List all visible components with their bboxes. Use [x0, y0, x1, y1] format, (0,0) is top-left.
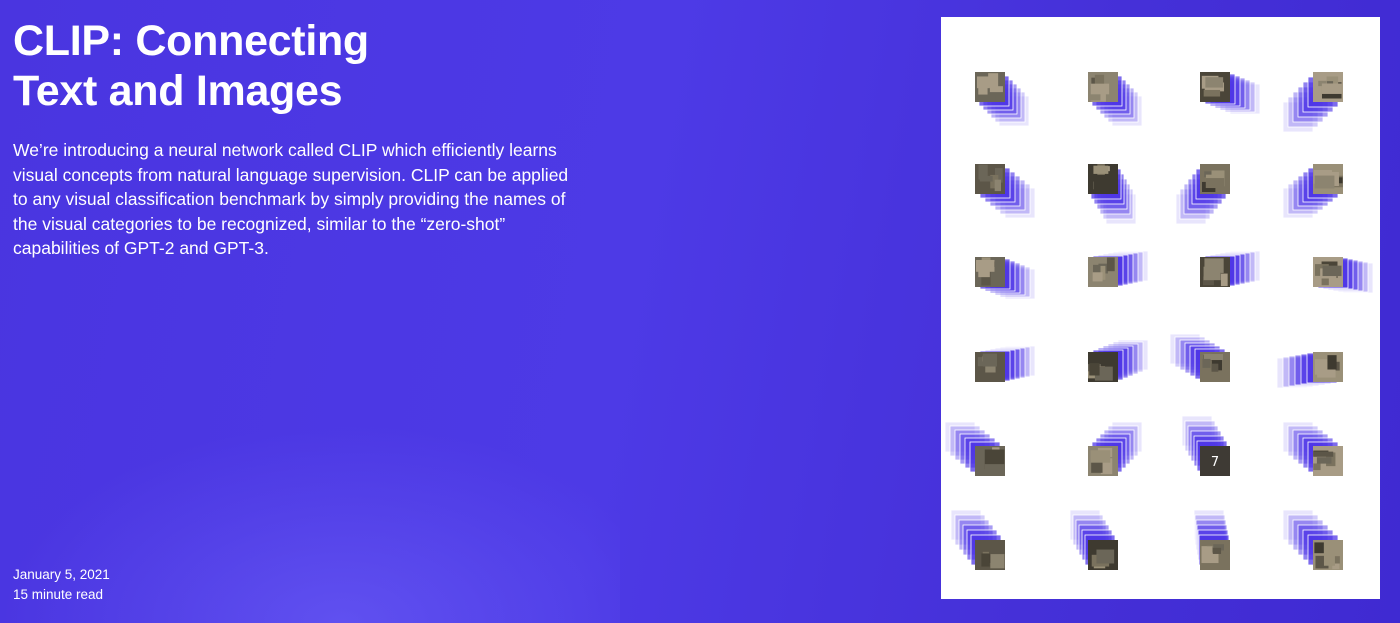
stacked-image-tile	[1088, 72, 1143, 127]
thumbnail-detail	[1092, 272, 1103, 282]
stacked-image-tile	[1282, 509, 1343, 570]
thumbnail-detail	[981, 553, 990, 567]
thumbnail-detail	[1090, 450, 1111, 463]
read-time: 15 minute read	[13, 587, 104, 602]
stacked-image-tile	[975, 257, 1036, 300]
stacked-image-tile	[950, 509, 1005, 570]
article-meta: January 5, 2021 15 minute read	[13, 565, 110, 605]
thumbnail-detail	[1313, 451, 1334, 457]
stacked-image-tile	[1313, 257, 1374, 294]
thumbnail-detail	[1203, 89, 1221, 97]
stacked-image-tile: 7	[1181, 415, 1230, 476]
thumbnail-detail	[1203, 266, 1221, 281]
stacked-image-tile	[1169, 333, 1230, 382]
stacked-image-tile	[1069, 509, 1118, 570]
stacked-image-tile	[1193, 509, 1230, 570]
thumbnail-detail	[1205, 178, 1225, 189]
thumbnail-detail	[1321, 278, 1329, 286]
thumbnail-detail	[1323, 552, 1335, 566]
thumbnail-detail	[1314, 542, 1324, 554]
thumbnail-detail	[1322, 265, 1342, 277]
article-description: We’re introducing a neural network calle…	[13, 140, 569, 258]
hero-figure: 7	[941, 17, 1380, 599]
stacked-image-tile	[975, 164, 1036, 219]
stacked-image-tile	[1175, 164, 1230, 225]
stacked-image-tile	[1088, 339, 1149, 382]
hero-text: CLIP: Connecting Text and Images We’re i…	[13, 16, 583, 261]
thumbnail-detail	[984, 449, 1005, 465]
stacked-image-tile	[975, 72, 1030, 127]
thumbnail-detail	[1096, 549, 1115, 564]
stacked-image-tile	[1088, 250, 1149, 287]
publish-date: January 5, 2021	[13, 567, 110, 582]
thumbnail-detail	[994, 179, 1001, 192]
thumbnail-detail	[1202, 358, 1211, 368]
thumbnail-detail	[988, 73, 999, 88]
thumbnail-detail	[1321, 83, 1342, 94]
thumbnail-detail	[1316, 457, 1332, 464]
thumbnail-detail	[982, 353, 997, 367]
thumbnail-detail	[1211, 363, 1219, 372]
thumbnail-detail	[1314, 175, 1335, 189]
stacked-image-tile	[1276, 352, 1343, 389]
thumbnail-detail	[1327, 355, 1337, 370]
stacked-image-tile	[1282, 164, 1343, 219]
thumbnail-detail	[975, 259, 995, 272]
stacked-image-tile	[1088, 164, 1137, 225]
thumbnail-detail	[995, 95, 1004, 102]
page-title: CLIP: Connecting Text and Images	[13, 17, 369, 115]
stacked-image-tile	[1282, 421, 1343, 476]
thumbnail-detail	[1314, 359, 1328, 375]
thumbnail-detail	[979, 175, 993, 182]
thumbnail-detail	[1090, 83, 1110, 95]
thumbnail-detail	[1089, 363, 1100, 376]
thumbnail-detail	[990, 554, 1005, 569]
stacked-image-tile	[1088, 421, 1143, 476]
thumbnail-detail	[1212, 547, 1222, 554]
thumbnail-detail	[1203, 546, 1212, 554]
thumbnail-detail	[978, 81, 988, 95]
thumbnail-detail	[1313, 463, 1321, 471]
thumbnail-detail	[1205, 77, 1224, 88]
stacked-image-tile	[1200, 250, 1261, 287]
digit-label: 7	[1211, 455, 1219, 470]
thumbnail-detail	[1106, 257, 1115, 272]
image-grid-illustration: 7	[944, 72, 1374, 570]
thumbnail-detail	[1093, 165, 1109, 174]
stacked-image-tile	[1282, 72, 1343, 133]
stacked-image-tile	[944, 421, 1005, 476]
stacked-image-tile	[975, 345, 1036, 382]
thumbnail-detail	[1093, 179, 1107, 193]
stacked-image-tile	[1200, 72, 1261, 115]
